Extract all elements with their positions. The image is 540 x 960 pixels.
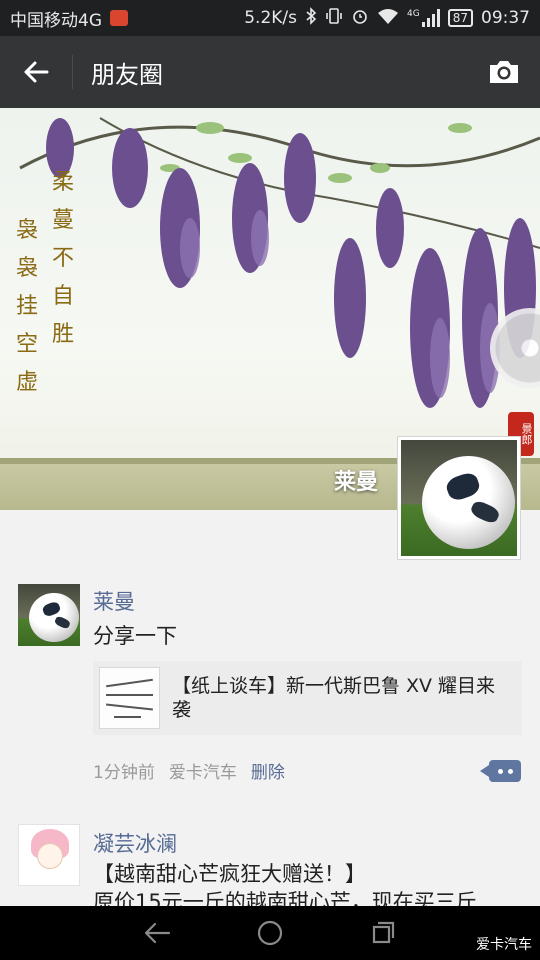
soccer-ball-image [401, 440, 517, 556]
carrier-label: 中国移动4G [10, 10, 102, 31]
page-title: 朋友圈 [91, 60, 163, 89]
post-text: 分享一下 [93, 624, 177, 648]
poem-column-right: 柔蔓不自胜 [51, 170, 74, 347]
nav-home-icon [257, 920, 283, 946]
battery-level: 87 [452, 11, 468, 25]
network-type: 4G [407, 9, 420, 19]
link-thumbnail [99, 667, 160, 729]
alarm-icon [351, 7, 369, 30]
nav-recents-button[interactable] [363, 913, 403, 953]
watermark: 爱卡汽车 [476, 937, 532, 953]
vibrate-icon [325, 7, 343, 30]
post-text-line: 【越南甜心芒疯狂大赠送！】 [93, 862, 366, 886]
bluetooth-icon [305, 6, 317, 30]
camera-button[interactable] [468, 36, 540, 108]
title-bar: 朋友圈 [0, 36, 540, 108]
delete-link[interactable]: 删除 [251, 758, 285, 783]
battery-icon: 87 [447, 9, 473, 27]
link-title: 【纸上谈车】新一代斯巴鲁 XV 耀目来袭 [171, 675, 496, 721]
nav-recents-icon [373, 921, 395, 944]
title-divider [72, 55, 73, 89]
comment-icon[interactable] [480, 760, 521, 782]
shared-link-card[interactable]: 【纸上谈车】新一代斯巴鲁 XV 耀目来袭 [93, 661, 522, 735]
network-speed: 5.2K/s [244, 8, 298, 28]
nav-home-button[interactable] [250, 913, 290, 953]
cover-poem: 柔蔓不自胜 袅袅挂空虚 [14, 170, 76, 402]
nav-back-button[interactable] [137, 913, 177, 953]
wifi-icon [377, 7, 399, 30]
system-nav-bar [0, 906, 540, 960]
signal-icon: 4G [407, 9, 440, 27]
soccer-ball-image [18, 584, 80, 646]
post-avatar[interactable] [18, 584, 80, 646]
status-bar: 中国移动4G 5.2K/s 4G 87 09:37 [0, 0, 540, 36]
clock: 09:37 [481, 8, 530, 28]
profile-avatar[interactable] [397, 436, 521, 560]
post-avatar[interactable] [18, 824, 80, 886]
moments-feed: 莱曼 分享一下 【纸上谈车】新一代斯巴鲁 XV 耀目来袭 1分钟前 爱卡汽车 删… [0, 510, 540, 906]
poem-column-left: 袅袅挂空虚 [15, 218, 38, 395]
post-meta: 1分钟前 爱卡汽车 删除 [93, 758, 285, 783]
post-author[interactable]: 莱曼 [93, 586, 135, 616]
cover-owner-name: 莱曼 [333, 470, 378, 495]
post-author[interactable]: 凝芸冰澜 [93, 828, 177, 858]
wisteria-illustration [19, 117, 540, 408]
back-arrow-icon [24, 61, 49, 83]
back-button[interactable] [0, 36, 72, 108]
notification-icon [110, 10, 128, 26]
post-text-line: 原价15元一斤的越南甜心芒，现在买三斤 [93, 890, 477, 906]
post-time: 1分钟前 [93, 763, 155, 783]
nav-back-icon [144, 922, 170, 944]
post-source[interactable]: 爱卡汽车 [169, 758, 237, 783]
feed-post: 凝芸冰澜 【越南甜心芒疯狂大赠送！】 原价15元一斤的越南甜心芒，现在买三斤 [0, 800, 540, 906]
camera-icon [490, 61, 518, 83]
